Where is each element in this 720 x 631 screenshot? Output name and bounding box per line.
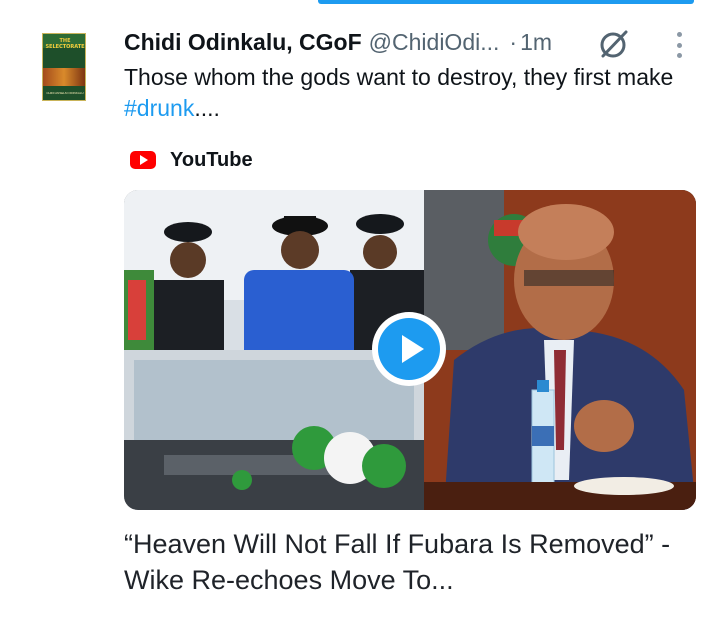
post-text-body: Those whom the gods want to destroy, the… — [124, 64, 674, 90]
card-source-label: YouTube — [170, 148, 253, 171]
card-title[interactable]: “Heaven Will Not Fall If Fubara Is Remov… — [124, 526, 694, 598]
author-name[interactable]: Chidi Odinkalu, CGoF — [124, 29, 362, 56]
post-header: Chidi Odinkalu, CGoF @ChidiOdi... · 1m — [124, 26, 552, 58]
avatar-book-title: THE SELECTORATE — [45, 38, 85, 50]
author-handle[interactable]: @ChidiOdi... — [369, 29, 500, 56]
card-source[interactable]: YouTube — [130, 146, 253, 174]
more-options-icon[interactable] — [672, 30, 686, 60]
grok-icon[interactable] — [598, 28, 630, 60]
post-text: Those whom the gods want to destroy, the… — [124, 62, 684, 124]
play-button[interactable] — [372, 312, 446, 386]
post-time[interactable]: 1m — [520, 29, 552, 56]
avatar[interactable]: THE SELECTORATE CHIDI ANSELM ODINKALU — [42, 33, 86, 101]
play-icon — [378, 318, 440, 380]
post-text-tail: .... — [194, 95, 220, 121]
separator-dot: · — [509, 28, 518, 55]
avatar-book-author: CHIDI ANSELM ODINKALU — [46, 91, 84, 95]
hashtag-link[interactable]: #drunk — [124, 95, 194, 121]
youtube-icon — [130, 151, 156, 169]
top-accent-bar — [318, 0, 694, 4]
